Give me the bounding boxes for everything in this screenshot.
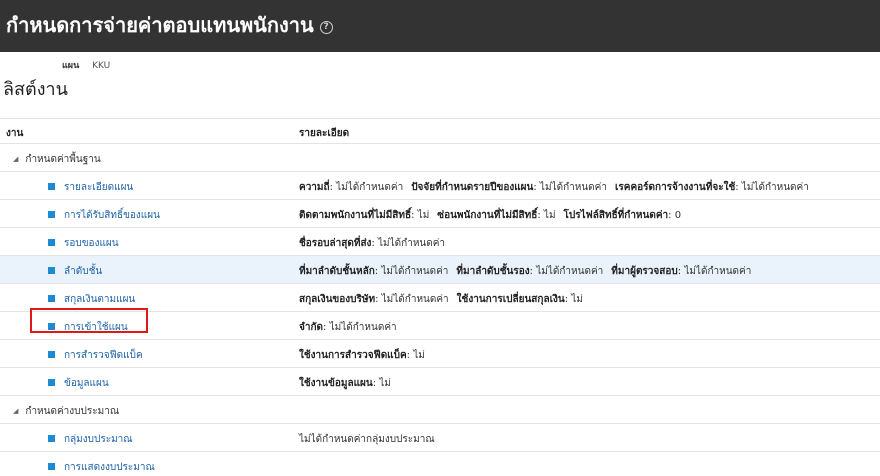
task-square-icon (48, 183, 55, 190)
detail-key: ติดตามพนักงานที่ไม่มีสิทธิ์ (299, 210, 412, 221)
table-body: ◢ กำหนดค่าพื้นฐานรายละเอียดแผน ความถี่: ไม… (0, 144, 880, 476)
detail-value: ไม่ (417, 210, 430, 221)
detail-value: ไม่ได้กำหนดค่า (539, 182, 607, 193)
task-square-icon (48, 211, 55, 218)
task-link-label[interactable]: ข้อมูลแผน (64, 378, 109, 389)
title-bar: กำหนดการจ่ายค่าตอบแทนพนักงาน? (0, 0, 880, 52)
group-row: ◢ กำหนดค่าพื้นฐาน (0, 144, 880, 172)
task-link-label[interactable]: กลุ่มงบประมาณ (64, 434, 133, 445)
detail-key: จำกัด (299, 322, 324, 333)
task-square-icon (48, 463, 55, 470)
task-link-label[interactable]: สกุลเงินตามแผน (64, 294, 135, 305)
detail-key: ที่มาลำดับชั้นหลัก (299, 266, 375, 277)
collapse-triangle-icon[interactable]: ◢ (13, 407, 18, 415)
group-label[interactable]: ◢ กำหนดค่างบประมาณ (13, 404, 119, 419)
table-row: รอบของแผน ชื่อรอบล่าสุดที่ส่ง: ไม่ได้กำหน… (0, 228, 880, 256)
task-link[interactable]: การได้รับสิทธิ์ของแผน (48, 208, 160, 223)
table-row: กลุ่มงบประมาณ ไม่ได้กำหนดค่ากลุ่มงบประมาณ (0, 424, 880, 452)
task-square-icon (48, 351, 55, 358)
detail-value: ไม่ได้กำหนดค่า (378, 238, 446, 249)
column-header-task: งาน (6, 128, 24, 139)
group-row: ◢ กำหนดค่างบประมาณ (0, 396, 880, 424)
plan-value: KKU (92, 61, 111, 71)
detail-key: โปรไฟล์สิทธิ์ที่กำหนดค่า (563, 210, 669, 221)
table-row: การแสดงงบประมาณ (0, 452, 880, 476)
task-square-icon (48, 295, 55, 302)
detail-value: ไม่ได้กำหนดค่า (336, 182, 404, 193)
detail-key: เรคคอร์ดการจ้างงานที่จะใช้ (614, 182, 736, 193)
task-detail: ไม่ได้กำหนดค่ากลุ่มงบประมาณ (299, 432, 435, 447)
detail-value: ไม่ได้กำหนดค่า (741, 182, 809, 193)
task-link[interactable]: การแสดงงบประมาณ (48, 460, 155, 475)
page-title-text: กำหนดการจ่ายค่าตอบแทนพนักงาน (6, 13, 314, 37)
task-link[interactable]: กลุ่มงบประมาณ (48, 432, 133, 447)
task-square-icon (48, 379, 55, 386)
detail-value: ไม่ (413, 350, 425, 361)
task-detail: ความถี่: ไม่ได้กำหนดค่า ปัจจัยที่กำหนดราย… (299, 182, 809, 193)
task-link[interactable]: สกุลเงินตามแผน (48, 292, 135, 307)
detail-value: ไม่ (379, 378, 391, 389)
detail-value: ไม่ได้กำหนดค่า (536, 266, 604, 277)
detail-value: ไม่ได้กำหนดค่ากลุ่มงบประมาณ (299, 434, 435, 445)
task-link-label[interactable]: การแสดงงบประมาณ (64, 462, 155, 473)
detail-key: ใช้งานการเปลี่ยนสกุลเงิน (456, 294, 565, 305)
task-detail: สกุลเงินของบริษัท: ไม่ได้กำหนดค่า ใช้งานก… (299, 294, 583, 305)
detail-key: ที่มาลำดับชั้นรอง (456, 266, 530, 277)
detail-value: ไม่ได้กำหนดค่า (381, 294, 449, 305)
task-square-icon (48, 239, 55, 246)
detail-value: ไม่ได้กำหนดค่า (329, 322, 397, 333)
plan-info: แผน KKU (62, 58, 110, 72)
task-list-heading: ลิสต์งาน (3, 79, 68, 100)
help-circle-icon[interactable]: ? (319, 21, 333, 34)
task-square-icon (48, 435, 55, 442)
detail-value: ไม่ได้กำหนดค่า (684, 266, 752, 277)
detail-key: สกุลเงินของบริษัท (299, 294, 376, 305)
group-label[interactable]: ◢ กำหนดค่าพื้นฐาน (13, 152, 101, 167)
detail-value: 0 (674, 210, 682, 221)
task-link-label[interactable]: การสำรวจฟีดแบ็ค (64, 350, 143, 361)
table-row: รายละเอียดแผน ความถี่: ไม่ได้กำหนดค่า ปัจจ… (0, 172, 880, 200)
task-link[interactable]: ข้อมูลแผน (48, 376, 109, 391)
task-link[interactable]: รายละเอียดแผน (48, 180, 133, 195)
detail-key: ปัจจัยที่กำหนดรายปีของแผน (411, 182, 534, 193)
highlight-box (30, 308, 148, 333)
task-detail: ใช้งานข้อมูลแผน: ไม่ (299, 378, 391, 389)
detail-key: ชื่อรอบล่าสุดที่ส่ง (299, 238, 372, 249)
task-detail: จำกัด: ไม่ได้กำหนดค่า (299, 322, 397, 333)
table-header: งาน รายละเอียด (0, 118, 880, 144)
task-square-icon (48, 267, 55, 274)
task-detail: ติดตามพนักงานที่ไม่มีสิทธิ์: ไม่ ซ่อนพนัก… (299, 210, 682, 221)
plan-label: แผน (62, 61, 80, 71)
table-row: ข้อมูลแผน ใช้งานข้อมูลแผน: ไม่ (0, 368, 880, 396)
column-header-detail: รายละเอียด (299, 128, 350, 139)
table-row: การได้รับสิทธิ์ของแผน ติดตามพนักงานที่ไม่… (0, 200, 880, 228)
detail-key: ซ่อนพนักงานที่ไม่มีสิทธิ์ (437, 210, 538, 221)
detail-key: ใช้งานข้อมูลแผน (299, 378, 373, 389)
group-label-text: กำหนดค่างบประมาณ (25, 406, 120, 417)
detail-key: ใช้งานการสำรวจฟีดแบ็ค (299, 350, 407, 361)
task-detail: ที่มาลำดับชั้นหลัก: ไม่ได้กำหนดค่า ที่มาล… (299, 266, 752, 277)
task-link[interactable]: รอบของแผน (48, 236, 119, 251)
table-row: การสำรวจฟีดแบ็ค ใช้งานการสำรวจฟีดแบ็ค: ไม… (0, 340, 880, 368)
task-link[interactable]: ลำดับชั้น (48, 264, 102, 279)
detail-key: ความถี่ (299, 182, 330, 193)
table-row: การเข้าใช้แผน จำกัด: ไม่ได้กำหนดค่า (0, 308, 880, 340)
task-table: งาน รายละเอียด ◢ กำหนดค่าพื้นฐาน รายละเอีย… (0, 118, 880, 476)
task-link-label[interactable]: การได้รับสิทธิ์ของแผน (64, 210, 160, 221)
detail-value: ไม่ (543, 210, 556, 221)
detail-key: ที่มาผู้ตรวจสอบ (611, 266, 678, 277)
group-label-text: กำหนดค่าพื้นฐาน (25, 154, 101, 165)
task-link[interactable]: การสำรวจฟีดแบ็ค (48, 348, 143, 363)
task-link-label[interactable]: รายละเอียดแผน (64, 182, 133, 193)
task-link-label[interactable]: ลำดับชั้น (64, 266, 102, 277)
detail-value: ไม่ได้กำหนดค่า (381, 266, 449, 277)
table-row: ลำดับชั้น ที่มาลำดับชั้นหลัก: ไม่ได้กำหนด… (0, 256, 880, 284)
task-detail: ชื่อรอบล่าสุดที่ส่ง: ไม่ได้กำหนดค่า (299, 238, 446, 249)
collapse-triangle-icon[interactable]: ◢ (13, 155, 18, 163)
task-link-label[interactable]: รอบของแผน (64, 238, 119, 249)
page-title: กำหนดการจ่ายค่าตอบแทนพนักงาน? (6, 9, 333, 41)
detail-value: ไม่ (571, 294, 583, 305)
task-detail: ใช้งานการสำรวจฟีดแบ็ค: ไม่ (299, 350, 425, 361)
